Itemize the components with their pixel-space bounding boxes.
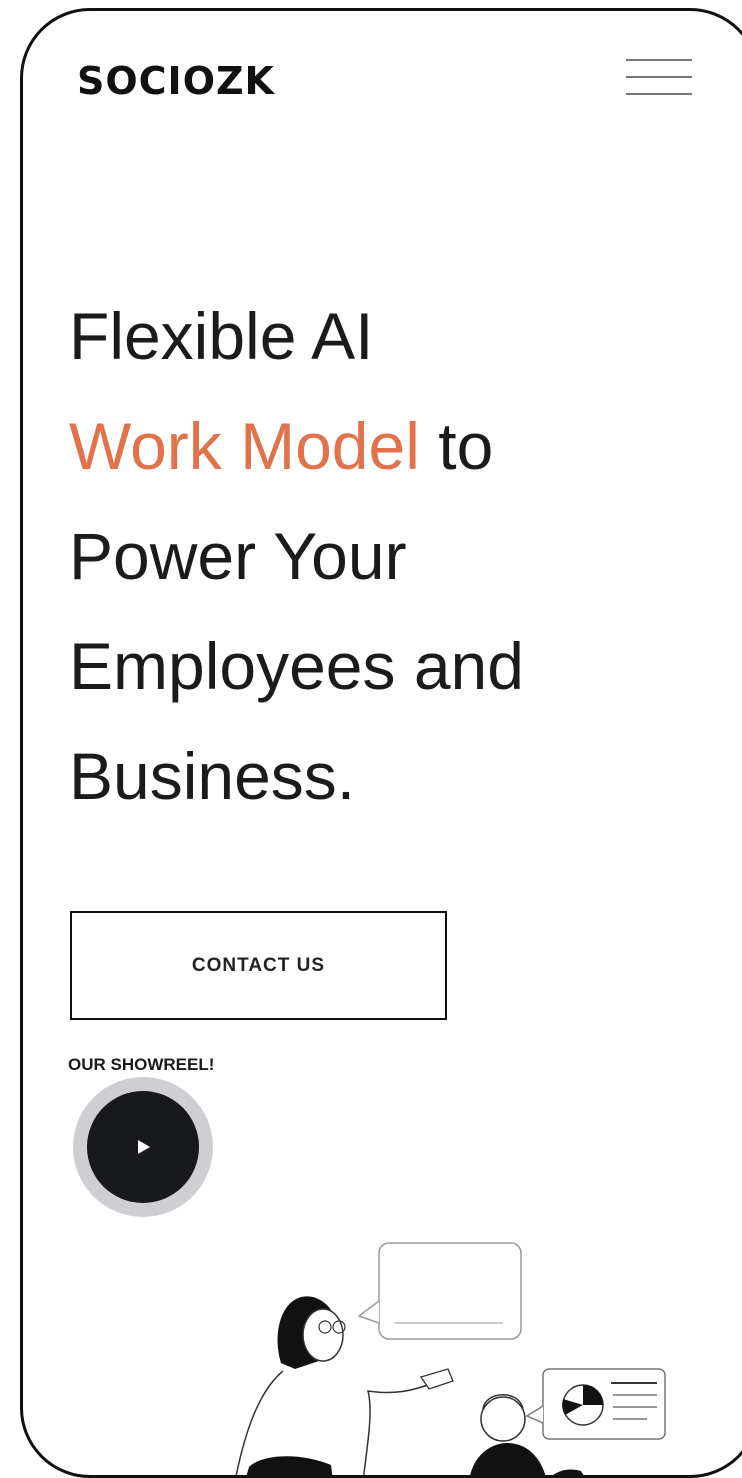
menu-bar — [626, 59, 692, 61]
play-icon — [138, 1140, 150, 1154]
headline-line-4: Employees and — [69, 629, 524, 703]
showreel-play-button[interactable] — [73, 1077, 213, 1217]
phone-frame: SOCIOZK Flexible AI Work Model to Power … — [20, 8, 742, 1478]
contact-us-button[interactable]: CONTACT US — [70, 911, 447, 1020]
hamburger-menu-icon[interactable] — [626, 56, 696, 104]
play-button-inner — [87, 1091, 199, 1203]
headline-after-accent: to — [419, 409, 494, 483]
headline-line-3: Power Your — [69, 519, 407, 593]
showreel-label: OUR SHOWREEL! — [68, 1055, 215, 1074]
headline-line-5: Business. — [69, 739, 356, 813]
people-chatting-illustration — [235, 1242, 666, 1475]
menu-bar — [626, 93, 692, 95]
hero-headline: Flexible AI Work Model to Power Your Emp… — [69, 281, 689, 831]
logo[interactable]: SOCIOZK — [77, 59, 275, 103]
headline-line-1: Flexible AI — [69, 299, 374, 373]
headline-accent: Work Model — [69, 409, 420, 483]
menu-bar — [626, 76, 692, 78]
